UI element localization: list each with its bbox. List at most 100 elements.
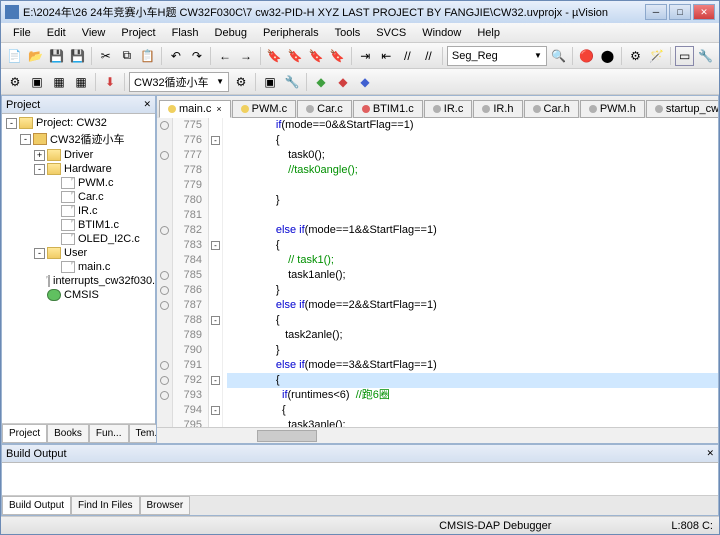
window-icon[interactable]: ▭	[675, 46, 694, 66]
menu-edit[interactable]: Edit	[39, 25, 74, 41]
file-tabs: main.c×PWM.cCar.cBTIM1.cIR.cIR.hCar.hPWM…	[157, 96, 718, 118]
file-tab-main-c[interactable]: main.c×	[159, 100, 231, 118]
code-body[interactable]: if(mode==0&&StartFlag==1) { task0(); //t…	[223, 118, 718, 427]
proj-tab-2[interactable]: Fun...	[89, 424, 129, 443]
tree-file-IR-c[interactable]: IR.c	[4, 204, 153, 218]
menu-svcs[interactable]: SVCS	[368, 25, 414, 41]
config-icon[interactable]: ⚙	[626, 46, 645, 66]
target-combo[interactable]: CW32循迹小车▼	[129, 72, 229, 92]
comment-icon[interactable]: //	[398, 46, 417, 66]
tree-file-OLED_I2C-c[interactable]: OLED_I2C.c	[4, 232, 153, 246]
paste-icon[interactable]: 📋	[138, 46, 157, 66]
build-tab-1[interactable]: Find In Files	[71, 496, 139, 515]
indent-icon[interactable]: ⇥	[356, 46, 375, 66]
pane-close-icon[interactable]: ✕	[143, 99, 151, 110]
file-tab-Car-c[interactable]: Car.c	[297, 100, 352, 118]
menu-project[interactable]: Project	[113, 25, 163, 41]
bookmark-clear-icon[interactable]: 🔖	[328, 46, 347, 66]
minimize-button[interactable]: ─	[645, 4, 667, 20]
tree-file-BTIM1-c[interactable]: BTIM1.c	[4, 218, 153, 232]
copy-icon[interactable]: ⧉	[117, 46, 136, 66]
find-icon[interactable]: 🔍	[549, 46, 568, 66]
menu-flash[interactable]: Flash	[164, 25, 207, 41]
uncomment-icon[interactable]: //	[419, 46, 438, 66]
maximize-button[interactable]: □	[669, 4, 691, 20]
green-dot-icon[interactable]: ◆	[311, 72, 331, 92]
saveall-icon[interactable]: 💾	[68, 46, 87, 66]
menu-file[interactable]: File	[5, 25, 39, 41]
tree-group-user[interactable]: -User	[4, 246, 153, 260]
file-tab-IR-c[interactable]: IR.c	[424, 100, 473, 118]
close-button[interactable]: ✕	[693, 4, 715, 20]
proj-tab-0[interactable]: Project	[2, 424, 47, 443]
tree-target[interactable]: -CW32循迹小车	[4, 130, 153, 148]
file-tab-BTIM1-c[interactable]: BTIM1.c	[353, 100, 423, 118]
menu-bar: FileEditViewProjectFlashDebugPeripherals…	[1, 23, 719, 43]
back-icon[interactable]: ←	[215, 46, 234, 66]
menu-debug[interactable]: Debug	[207, 25, 255, 41]
menu-tools[interactable]: Tools	[327, 25, 369, 41]
breakpoint-icon[interactable]: ⬤	[598, 46, 617, 66]
open-icon[interactable]: 📂	[26, 46, 45, 66]
build-body[interactable]	[2, 463, 718, 495]
status-debugger: CMSIS-DAP Debugger	[439, 520, 551, 532]
save-icon[interactable]: 💾	[47, 46, 66, 66]
build-icon[interactable]: ▣	[27, 72, 47, 92]
file-tab-IR-h[interactable]: IR.h	[473, 100, 522, 118]
new-icon[interactable]: 📄	[5, 46, 24, 66]
project-tabs: ProjectBooksFun...Tem...	[2, 423, 155, 443]
bookmark-next-icon[interactable]: 🔖	[286, 46, 305, 66]
code-area[interactable]: 7757767777787797807817827837847857867877…	[157, 118, 718, 427]
download-icon[interactable]: ⬇	[100, 72, 120, 92]
rebuild-icon[interactable]: ▦	[49, 72, 69, 92]
menu-peripherals[interactable]: Peripherals	[255, 25, 327, 41]
red-up-icon[interactable]: ◆	[333, 72, 353, 92]
project-tree[interactable]: -Project: CW32-CW32循迹小车+Driver-HardwareP…	[2, 114, 155, 423]
manage-icon[interactable]: ▣	[260, 72, 280, 92]
tree-group-cmsis[interactable]: CMSIS	[4, 288, 153, 302]
tools-icon[interactable]: 🔧	[696, 46, 715, 66]
options-icon[interactable]: ⚙	[231, 72, 251, 92]
project-pane: Project ✕ -Project: CW32-CW32循迹小车+Driver…	[1, 95, 156, 444]
breakpoint-gutter[interactable]	[157, 118, 173, 427]
translate-icon[interactable]: ⚙	[5, 72, 25, 92]
h-scrollbar[interactable]	[157, 427, 718, 443]
target-opt-icon[interactable]: 🔧	[282, 72, 302, 92]
fold-gutter[interactable]: ------	[209, 118, 223, 427]
toolbar-main: 📄 📂 💾 💾 ✂ ⧉ 📋 ↶ ↷ ← → 🔖 🔖 🔖 🔖 ⇥ ⇤ // // …	[1, 43, 719, 69]
redo-icon[interactable]: ↷	[187, 46, 206, 66]
build-close-icon[interactable]: ✕	[706, 448, 714, 459]
build-tab-2[interactable]: Browser	[140, 496, 191, 515]
build-tab-0[interactable]: Build Output	[2, 496, 71, 515]
tree-group-hardware[interactable]: -Hardware	[4, 162, 153, 176]
status-bar: CMSIS-DAP Debugger L:808 C:	[1, 516, 719, 534]
debug-icon[interactable]: 🔴	[577, 46, 596, 66]
undo-icon[interactable]: ↶	[166, 46, 185, 66]
file-tab-PWM-c[interactable]: PWM.c	[232, 100, 296, 118]
tree-group-driver[interactable]: +Driver	[4, 148, 153, 162]
status-pos: L:808 C:	[671, 520, 713, 532]
tree-project-root[interactable]: -Project: CW32	[4, 116, 153, 130]
blue-icon[interactable]: ◆	[355, 72, 375, 92]
file-tab-startup_cw32f030-s[interactable]: startup_cw32f030.s	[646, 100, 718, 118]
file-tab-Car-h[interactable]: Car.h	[524, 100, 579, 118]
wand-icon[interactable]: 🪄	[647, 46, 666, 66]
tree-file-interrupts_cw32f030-c[interactable]: interrupts_cw32f030.c	[4, 274, 153, 288]
find-combo[interactable]: Seg_Reg▼	[447, 46, 547, 66]
menu-view[interactable]: View	[74, 25, 114, 41]
tree-file-main-c[interactable]: main.c	[4, 260, 153, 274]
bookmark-icon[interactable]: 🔖	[265, 46, 284, 66]
title-bar: E:\2024年\26 24年竞赛小车H题 CW32F030C\7 cw32-P…	[1, 1, 719, 23]
fwd-icon[interactable]: →	[236, 46, 255, 66]
menu-window[interactable]: Window	[414, 25, 469, 41]
build-output-pane: Build Output ✕ Build OutputFind In Files…	[1, 444, 719, 516]
outdent-icon[interactable]: ⇤	[377, 46, 396, 66]
bookmark-prev-icon[interactable]: 🔖	[307, 46, 326, 66]
batch-icon[interactable]: ▦	[71, 72, 91, 92]
file-tab-PWM-h[interactable]: PWM.h	[580, 100, 645, 118]
tree-file-PWM-c[interactable]: PWM.c	[4, 176, 153, 190]
proj-tab-1[interactable]: Books	[47, 424, 89, 443]
menu-help[interactable]: Help	[469, 25, 508, 41]
cut-icon[interactable]: ✂	[96, 46, 115, 66]
tree-file-Car-c[interactable]: Car.c	[4, 190, 153, 204]
